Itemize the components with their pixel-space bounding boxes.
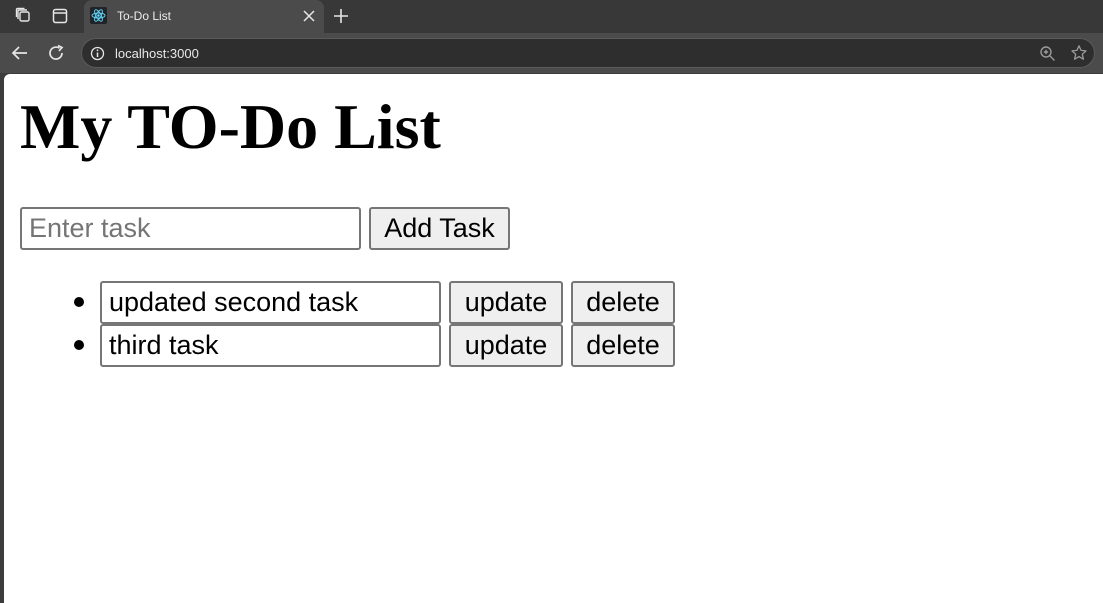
back-arrow-icon[interactable] — [10, 43, 30, 63]
update-button[interactable]: update — [449, 281, 563, 324]
page-viewport: My TO-Do List Add Task update delete upd… — [4, 74, 1103, 603]
update-button[interactable]: update — [449, 324, 563, 367]
info-icon[interactable] — [90, 46, 105, 61]
browser-tab-bar: To-Do List — [0, 0, 1103, 33]
browser-toolbar: localhost:3000 — [0, 33, 1103, 73]
sidebar-icon[interactable] — [48, 5, 72, 27]
plus-icon[interactable] — [332, 7, 350, 25]
task-text-input[interactable] — [100, 281, 441, 324]
workspaces-icon[interactable] — [12, 5, 36, 27]
bullet-icon — [74, 340, 84, 350]
task-list-item: update delete — [4, 324, 704, 367]
task-list-item: update delete — [4, 281, 704, 324]
reload-icon[interactable] — [46, 43, 66, 63]
delete-button[interactable]: delete — [571, 281, 675, 324]
page-title: My TO-Do List — [20, 91, 441, 162]
tab-title: To-Do List — [117, 9, 172, 23]
zoom-icon[interactable] — [1039, 45, 1056, 62]
bullet-icon — [74, 297, 84, 307]
browser-tab[interactable]: To-Do List — [84, 0, 324, 33]
add-task-button[interactable]: Add Task — [369, 207, 510, 250]
address-bar[interactable]: localhost:3000 — [81, 38, 1095, 68]
task-text-input[interactable] — [100, 324, 441, 367]
react-icon — [90, 7, 107, 24]
close-icon[interactable] — [302, 9, 316, 23]
star-icon[interactable] — [1070, 44, 1088, 62]
new-task-input[interactable] — [20, 207, 361, 250]
url-text: localhost:3000 — [115, 46, 199, 61]
delete-button[interactable]: delete — [571, 324, 675, 367]
